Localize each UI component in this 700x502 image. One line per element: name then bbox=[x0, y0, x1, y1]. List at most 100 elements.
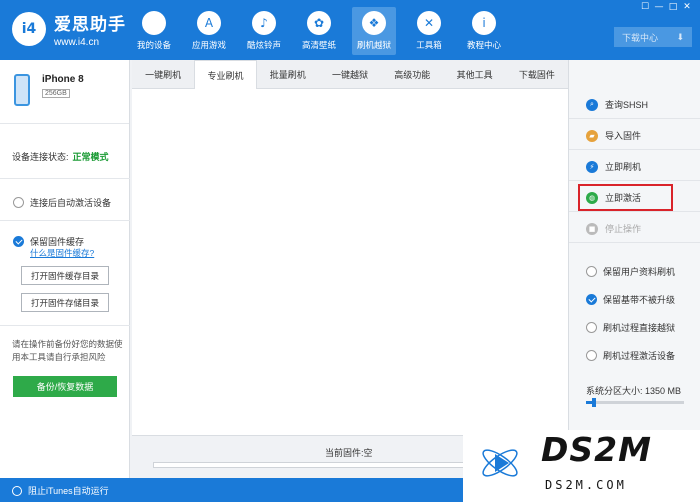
watermark-title: DS2M bbox=[541, 430, 652, 469]
flower-icon: ✿ bbox=[307, 11, 331, 35]
tab-4[interactable]: 高级功能 bbox=[381, 60, 443, 89]
divider bbox=[0, 178, 130, 179]
nav-label: 我的设备 bbox=[136, 40, 171, 50]
nav-item-app-store[interactable]: A 应用游戏 bbox=[187, 7, 231, 55]
download-center-button[interactable]: 下载中心 ⬇ bbox=[614, 27, 692, 47]
iphone-icon bbox=[14, 74, 30, 106]
keep-cache-checkbox[interactable] bbox=[13, 236, 24, 247]
action-label: 导入固件 bbox=[605, 131, 642, 141]
backup-restore-button[interactable]: 备份/恢复数据 bbox=[13, 376, 117, 397]
tab-2[interactable]: 批量刷机 bbox=[257, 60, 319, 89]
tab-6[interactable]: 下载固件 bbox=[506, 60, 568, 89]
device-name: iPhone 8 bbox=[42, 74, 84, 85]
flash-option[interactable]: 刷机过程直接越狱 bbox=[586, 321, 675, 334]
app-name: 爱思助手 bbox=[54, 15, 126, 34]
action-search[interactable]: ⌕ 查询SHSH bbox=[569, 91, 700, 119]
flash-option-label: 刷机过程激活设备 bbox=[603, 351, 676, 361]
device-sidebar: iPhone 8 256GB 设备连接状态: 正常模式 连接后自动激活设备 保留固… bbox=[0, 60, 130, 478]
info-icon: i bbox=[472, 11, 496, 35]
flash-option-label: 保留基带不被升级 bbox=[603, 295, 676, 305]
action-label: 查询SHSH bbox=[605, 100, 649, 110]
tab-3[interactable]: 一键越狱 bbox=[319, 60, 381, 89]
watermark: DS2M DS2M.COM bbox=[463, 430, 700, 502]
nav-item-info[interactable]: i 教程中心 bbox=[462, 7, 506, 55]
download-center-label: 下载中心 bbox=[622, 32, 659, 43]
connection-label: 设备连接状态: bbox=[12, 152, 69, 162]
block-itunes-option[interactable]: 阻止iTunes自动运行 bbox=[12, 484, 109, 497]
flash-option-label: 保留用户资料刷机 bbox=[603, 267, 676, 277]
minimize-icon[interactable]: — bbox=[652, 2, 666, 12]
what-is-cache-link[interactable]: 什么是固件缓存? bbox=[30, 247, 94, 259]
actions-panel: ⌕ 查询SHSH ▰ 导入固件 ⚡ 立即刷机 ◍ 立即激活 ■ 停止操作 保留用户资料刷机 保留基带… bbox=[568, 60, 700, 478]
stop-icon: ■ bbox=[586, 222, 598, 235]
i4-logo-icon: i4 bbox=[12, 12, 46, 46]
action-label: 立即刷机 bbox=[605, 162, 642, 172]
folder-icon: ▰ bbox=[586, 129, 598, 142]
flash-option[interactable]: 刷机过程激活设备 bbox=[586, 349, 675, 362]
nav-label: 刷机越狱 bbox=[356, 40, 391, 50]
window-controls: ☐ — □ ✕ bbox=[638, 2, 694, 12]
flash-option-radio[interactable] bbox=[586, 294, 597, 305]
auto-activate-radio[interactable] bbox=[13, 197, 24, 208]
action-folder[interactable]: ▰ 导入固件 bbox=[569, 122, 700, 150]
flash-option[interactable]: 保留用户资料刷机 bbox=[586, 265, 675, 278]
app-url: www.i4.cn bbox=[54, 37, 100, 48]
partition-size-label: 系统分区大小: 1350 MB bbox=[586, 386, 682, 396]
skin-icon[interactable]: ☐ bbox=[638, 2, 652, 12]
app-logo: i4 爱思助手 www.i4.cn bbox=[12, 10, 126, 48]
tab-1[interactable]: 专业刷机 bbox=[194, 60, 257, 89]
partition-size-slider[interactable] bbox=[586, 398, 684, 407]
nav-label: 高清壁纸 bbox=[301, 40, 336, 50]
auto-activate-option[interactable]: 连接后自动激活设备 bbox=[13, 196, 111, 209]
flash-option[interactable]: 保留基带不被升级 bbox=[586, 293, 675, 306]
nav-item-flower[interactable]: ✿ 高清壁纸 bbox=[297, 7, 341, 55]
maximize-icon[interactable]: □ bbox=[666, 2, 680, 12]
nav-item-bell[interactable]: ♪ 酷炫铃声 bbox=[242, 7, 286, 55]
dropbox-icon: ❖ bbox=[362, 11, 386, 35]
nav-label: 教程中心 bbox=[466, 40, 501, 50]
action-label: 停止操作 bbox=[605, 224, 642, 234]
search-icon: ⌕ bbox=[586, 98, 598, 111]
app-store-icon: A bbox=[197, 11, 221, 35]
nav-item-tools[interactable]: ✕ 工具箱 bbox=[407, 7, 451, 55]
divider bbox=[0, 220, 130, 221]
title-bar: i4 爱思助手 www.i4.cn 我的设备 A 应用游戏 ♪ 酷炫铃声 ✿ 高清壁纸 ❖ 刷机… bbox=[0, 0, 700, 60]
apple-icon bbox=[142, 11, 166, 35]
download-arrow-icon: ⬇ bbox=[676, 31, 684, 42]
connection-state: 设备连接状态: 正常模式 bbox=[12, 150, 109, 163]
nav-label: 应用游戏 bbox=[191, 40, 226, 50]
backup-warning: 请在操作前备份好您的数据使用本工具请自行承担风险 bbox=[12, 339, 123, 362]
flash-option-radio[interactable] bbox=[586, 322, 597, 333]
nav-label: 工具箱 bbox=[416, 40, 442, 50]
divider bbox=[0, 325, 130, 326]
tab-5[interactable]: 其他工具 bbox=[443, 60, 505, 89]
nav-item-apple[interactable]: 我的设备 bbox=[132, 7, 176, 55]
tools-icon: ✕ bbox=[417, 11, 441, 35]
auto-activate-label: 连接后自动激活设备 bbox=[30, 198, 112, 208]
tab-0[interactable]: 一键刷机 bbox=[132, 60, 194, 89]
watermark-logo-icon bbox=[482, 449, 518, 477]
firmware-list-area bbox=[132, 89, 568, 435]
open-cache-dir-button[interactable]: 打开固件缓存目录 bbox=[21, 266, 109, 285]
nav-label: 酷炫铃声 bbox=[246, 40, 281, 50]
open-storage-dir-button[interactable]: 打开固件存储目录 bbox=[21, 293, 109, 312]
nav-item-dropbox[interactable]: ❖ 刷机越狱 bbox=[352, 7, 396, 55]
flash-icon: ⚡ bbox=[586, 160, 598, 173]
flash-option-label: 刷机过程直接越狱 bbox=[603, 323, 676, 333]
main-nav: 我的设备 A 应用游戏 ♪ 酷炫铃声 ✿ 高清壁纸 ❖ 刷机越狱 ✕ 工具箱 i 教程中心 bbox=[132, 7, 517, 55]
action-globe[interactable]: ◍ 立即激活 bbox=[569, 184, 700, 212]
close-icon[interactable]: ✕ bbox=[680, 2, 694, 12]
watermark-domain: DS2M.COM bbox=[545, 478, 627, 492]
bell-icon: ♪ bbox=[252, 11, 276, 35]
flash-option-radio[interactable] bbox=[586, 350, 597, 361]
connection-value: 正常模式 bbox=[72, 152, 109, 162]
current-firmware-label: 当前固件:空 bbox=[325, 448, 373, 458]
action-stop: ■ 停止操作 bbox=[569, 215, 700, 243]
slider-handle[interactable] bbox=[591, 398, 596, 407]
action-flash[interactable]: ⚡ 立即刷机 bbox=[569, 153, 700, 181]
block-itunes-radio[interactable] bbox=[12, 485, 22, 496]
storage-badge: 256GB bbox=[42, 89, 70, 98]
flash-tabs: 一键刷机 专业刷机 批量刷机 一键越狱 高级功能 其他工具 下载固件 bbox=[132, 60, 568, 89]
flash-option-radio[interactable] bbox=[586, 266, 597, 277]
block-itunes-label: 阻止iTunes自动运行 bbox=[28, 486, 109, 496]
